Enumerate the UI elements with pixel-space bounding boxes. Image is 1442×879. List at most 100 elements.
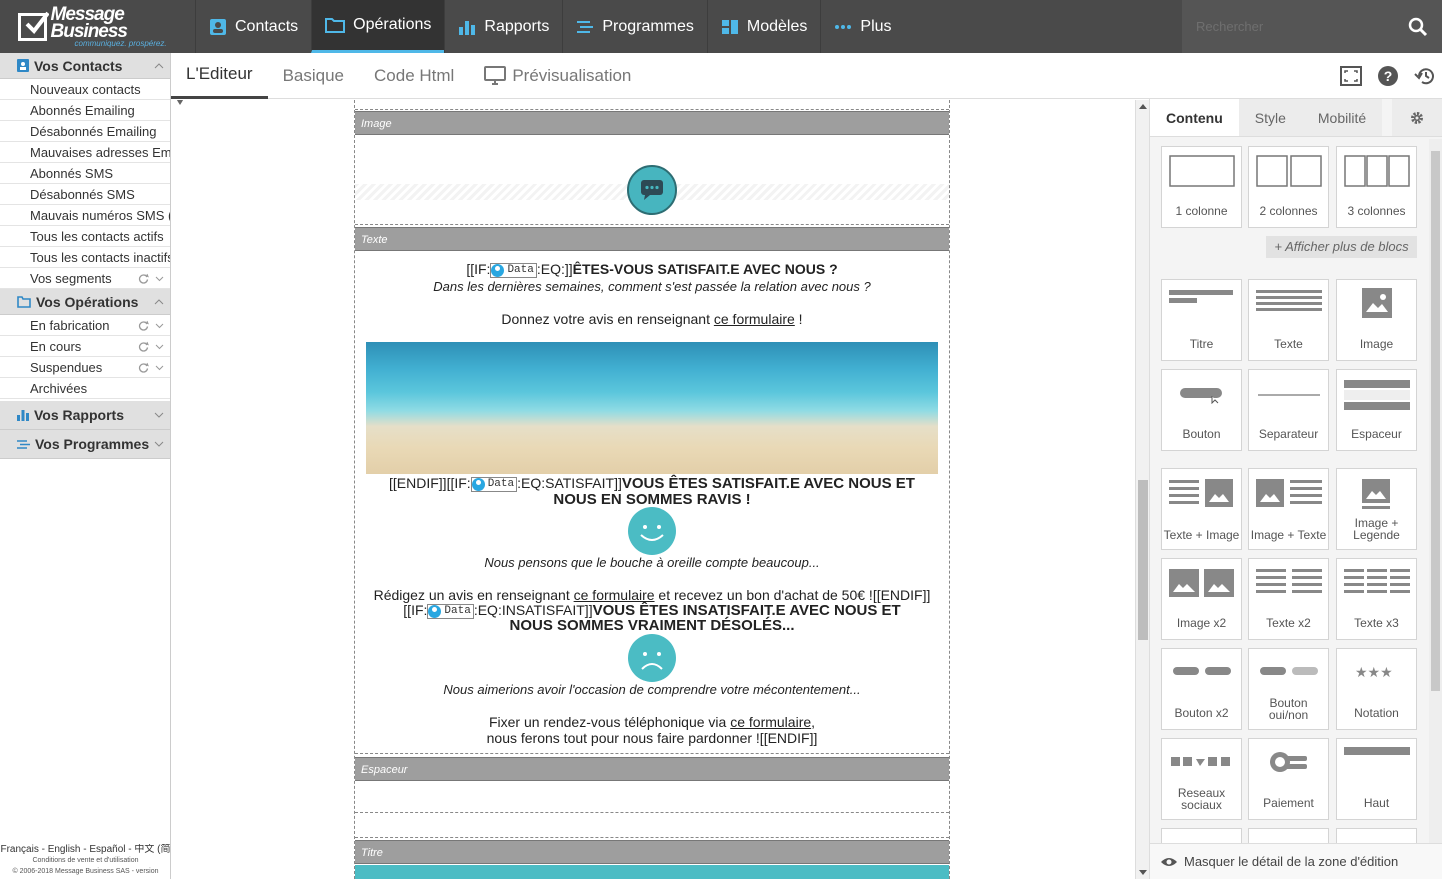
question-title[interactable]: [[IF: Data:EQ:]]ÊTES-VOUS SATISFAIT.E AVE… xyxy=(355,261,949,278)
settings-tab[interactable] xyxy=(1392,99,1442,136)
refresh-icon[interactable] xyxy=(138,341,149,352)
block-paiement[interactable]: Paiement xyxy=(1248,738,1329,820)
nav-programmes[interactable]: Programmes xyxy=(562,0,707,53)
sidebar-item-en-cours[interactable]: En cours xyxy=(0,336,170,357)
tab-previsualisation[interactable]: Prévisualisation xyxy=(469,53,646,99)
chevron-down-icon[interactable] xyxy=(154,412,164,418)
sidebar-item-mauvais-numeros[interactable]: Mauvais numéros SMS ( xyxy=(0,205,170,226)
tab-style[interactable]: Style xyxy=(1238,99,1302,136)
sidebar-item-segments[interactable]: Vos segments xyxy=(0,268,170,289)
tab-editeur[interactable]: L'Editeur xyxy=(171,53,268,99)
block-partial[interactable] xyxy=(1161,828,1242,844)
chevron-up-icon[interactable] xyxy=(154,62,164,69)
form-link[interactable]: ce formulaire xyxy=(574,587,655,603)
form-link[interactable]: ce formulaire xyxy=(714,311,795,327)
satisfied-title[interactable]: [[ENDIF]][[IF: Data:EQ:SATISFAIT]]VOUS ÊT… xyxy=(355,475,949,492)
block-bouton[interactable]: Bouton xyxy=(1161,369,1242,451)
block-partial[interactable] xyxy=(1248,828,1329,844)
block-espaceur[interactable]: Espaceur xyxy=(1336,369,1417,451)
block-label-texte[interactable]: Texte xyxy=(355,227,949,251)
chevron-down-icon[interactable] xyxy=(155,341,164,352)
tab-contenu[interactable]: Contenu xyxy=(1150,99,1239,136)
block-3-colonnes[interactable]: 3 colonnes xyxy=(1336,146,1417,228)
nav-contacts[interactable]: Contacts xyxy=(195,0,311,53)
nav-rapports[interactable]: Rapports xyxy=(444,0,562,53)
beach-image[interactable] xyxy=(366,342,938,474)
block-texte-x2[interactable]: Texte x2 xyxy=(1248,558,1329,640)
block-image-x2[interactable]: Image x2 xyxy=(1161,558,1242,640)
block-bouton-x2[interactable]: Bouton x2 xyxy=(1161,648,1242,730)
help-icon[interactable]: ? xyxy=(1378,65,1398,86)
refresh-icon[interactable] xyxy=(138,362,149,373)
language-links[interactable]: Français - English - Español - 中文 (简 xyxy=(0,844,171,855)
sidebar-item-en-fabrication[interactable]: En fabrication xyxy=(0,315,170,336)
brand-name: Message Business xyxy=(50,3,128,42)
block-label-espaceur[interactable]: Espaceur xyxy=(355,757,949,781)
sidebar-section-operations[interactable]: Vos Opérations xyxy=(0,289,170,315)
block-image-texte[interactable]: Image + Texte xyxy=(1248,468,1329,550)
hide-details-toggle[interactable]: Masquer le détail de la zone d'édition xyxy=(1150,843,1442,879)
panel-scrollbar-thumb[interactable] xyxy=(1431,151,1440,691)
block-partial[interactable] xyxy=(1336,828,1417,844)
sidebar-section-programmes[interactable]: Vos Programmes xyxy=(0,430,170,459)
nav-operations[interactable]: Opérations xyxy=(311,0,445,53)
block-label: Texte + Image xyxy=(1163,528,1240,542)
block-texte[interactable]: Texte xyxy=(1248,279,1329,361)
sidebar-item-label: Vos segments xyxy=(30,270,112,286)
show-more-blocks-button[interactable]: + Afficher plus de blocs xyxy=(1266,236,1417,258)
sidebar-item-contacts-actifs[interactable]: Tous les contacts actifs xyxy=(0,226,170,247)
tab-mobilite[interactable]: Mobilité xyxy=(1301,99,1383,136)
sidebar-section-rapports[interactable]: Vos Rapports xyxy=(0,401,170,430)
sidebar-item-abonnes-emailing[interactable]: Abonnés Emailing xyxy=(0,100,170,121)
block-1-colonne[interactable]: 1 colonne xyxy=(1161,146,1242,228)
canvas-scrollbar[interactable] xyxy=(1135,100,1149,879)
search-input[interactable] xyxy=(1196,19,1394,34)
history-icon[interactable] xyxy=(1414,66,1436,86)
block-reseaux-sociaux[interactable]: Reseaux sociaux xyxy=(1161,738,1242,820)
block-separateur[interactable]: Separateur xyxy=(1248,369,1329,451)
block-2-colonnes[interactable]: 2 colonnes xyxy=(1248,146,1329,228)
form-link[interactable]: ce formulaire xyxy=(730,714,811,730)
nav-modeles[interactable]: Modèles xyxy=(706,0,820,53)
brand-logo[interactable]: Message Business communiquez. prospérez. xyxy=(0,0,195,53)
refresh-icon[interactable] xyxy=(138,273,149,284)
refresh-icon[interactable] xyxy=(138,320,149,331)
sidebar-item-desabonnes-sms[interactable]: Désabonnés SMS xyxy=(0,184,170,205)
scroll-down-icon[interactable] xyxy=(1139,870,1147,876)
block-texte-image[interactable]: Texte + Image xyxy=(1161,468,1242,550)
block-haut[interactable]: Haut xyxy=(1336,738,1417,820)
sidebar-item-suspendues[interactable]: Suspendues xyxy=(0,357,170,378)
block-label-image[interactable]: Image xyxy=(355,111,949,135)
block-bouton-oui-non[interactable]: Bouton oui/non xyxy=(1248,648,1329,730)
sidebar-item-abonnes-sms[interactable]: Abonnés SMS xyxy=(0,163,170,184)
data-tag[interactable]: Data xyxy=(470,476,518,492)
sidebar-item-archivees[interactable]: Archivées xyxy=(0,378,170,399)
block-image-legende[interactable]: Image + Legende xyxy=(1336,468,1417,550)
sidebar-item-nouveaux-contacts[interactable]: Nouveaux contacts xyxy=(0,79,170,100)
block-titre[interactable]: Titre xyxy=(1161,279,1242,361)
nav-plus[interactable]: Plus xyxy=(820,0,904,53)
block-image[interactable]: Image xyxy=(1336,279,1417,361)
tab-code-html[interactable]: Code Html xyxy=(359,53,469,99)
chevron-up-icon[interactable] xyxy=(154,298,164,305)
panel-scrollbar[interactable] xyxy=(1429,139,1442,844)
data-tag[interactable]: Data xyxy=(490,262,537,278)
sidebar-section-contacts[interactable]: Vos Contacts xyxy=(0,53,170,79)
fullscreen-icon[interactable] xyxy=(1340,65,1362,86)
block-label-titre[interactable]: Titre xyxy=(355,840,949,864)
block-texte-x3[interactable]: Texte x3 xyxy=(1336,558,1417,640)
sidebar-item-contacts-inactifs[interactable]: Tous les contacts inactifs xyxy=(0,247,170,268)
scrollbar-thumb[interactable] xyxy=(1138,480,1148,640)
chevron-down-icon[interactable] xyxy=(155,273,164,284)
sidebar-item-mauvaises-adresses[interactable]: Mauvaises adresses Em xyxy=(0,142,170,163)
chevron-down-icon[interactable] xyxy=(155,362,164,373)
block-notation[interactable]: ★★★ Notation xyxy=(1336,648,1417,730)
search-icon[interactable] xyxy=(1394,17,1442,37)
chevron-down-icon[interactable] xyxy=(154,441,164,447)
chevron-down-icon[interactable] xyxy=(155,320,164,331)
scroll-up-icon[interactable] xyxy=(1139,103,1147,109)
tab-basique[interactable]: Basique xyxy=(268,53,359,99)
terms-link[interactable]: Conditions de vente et d'utilisation xyxy=(0,855,171,866)
sidebar-item-desabonnes-emailing[interactable]: Désabonnés Emailing xyxy=(0,121,170,142)
location-pin-icon[interactable] xyxy=(175,100,185,106)
